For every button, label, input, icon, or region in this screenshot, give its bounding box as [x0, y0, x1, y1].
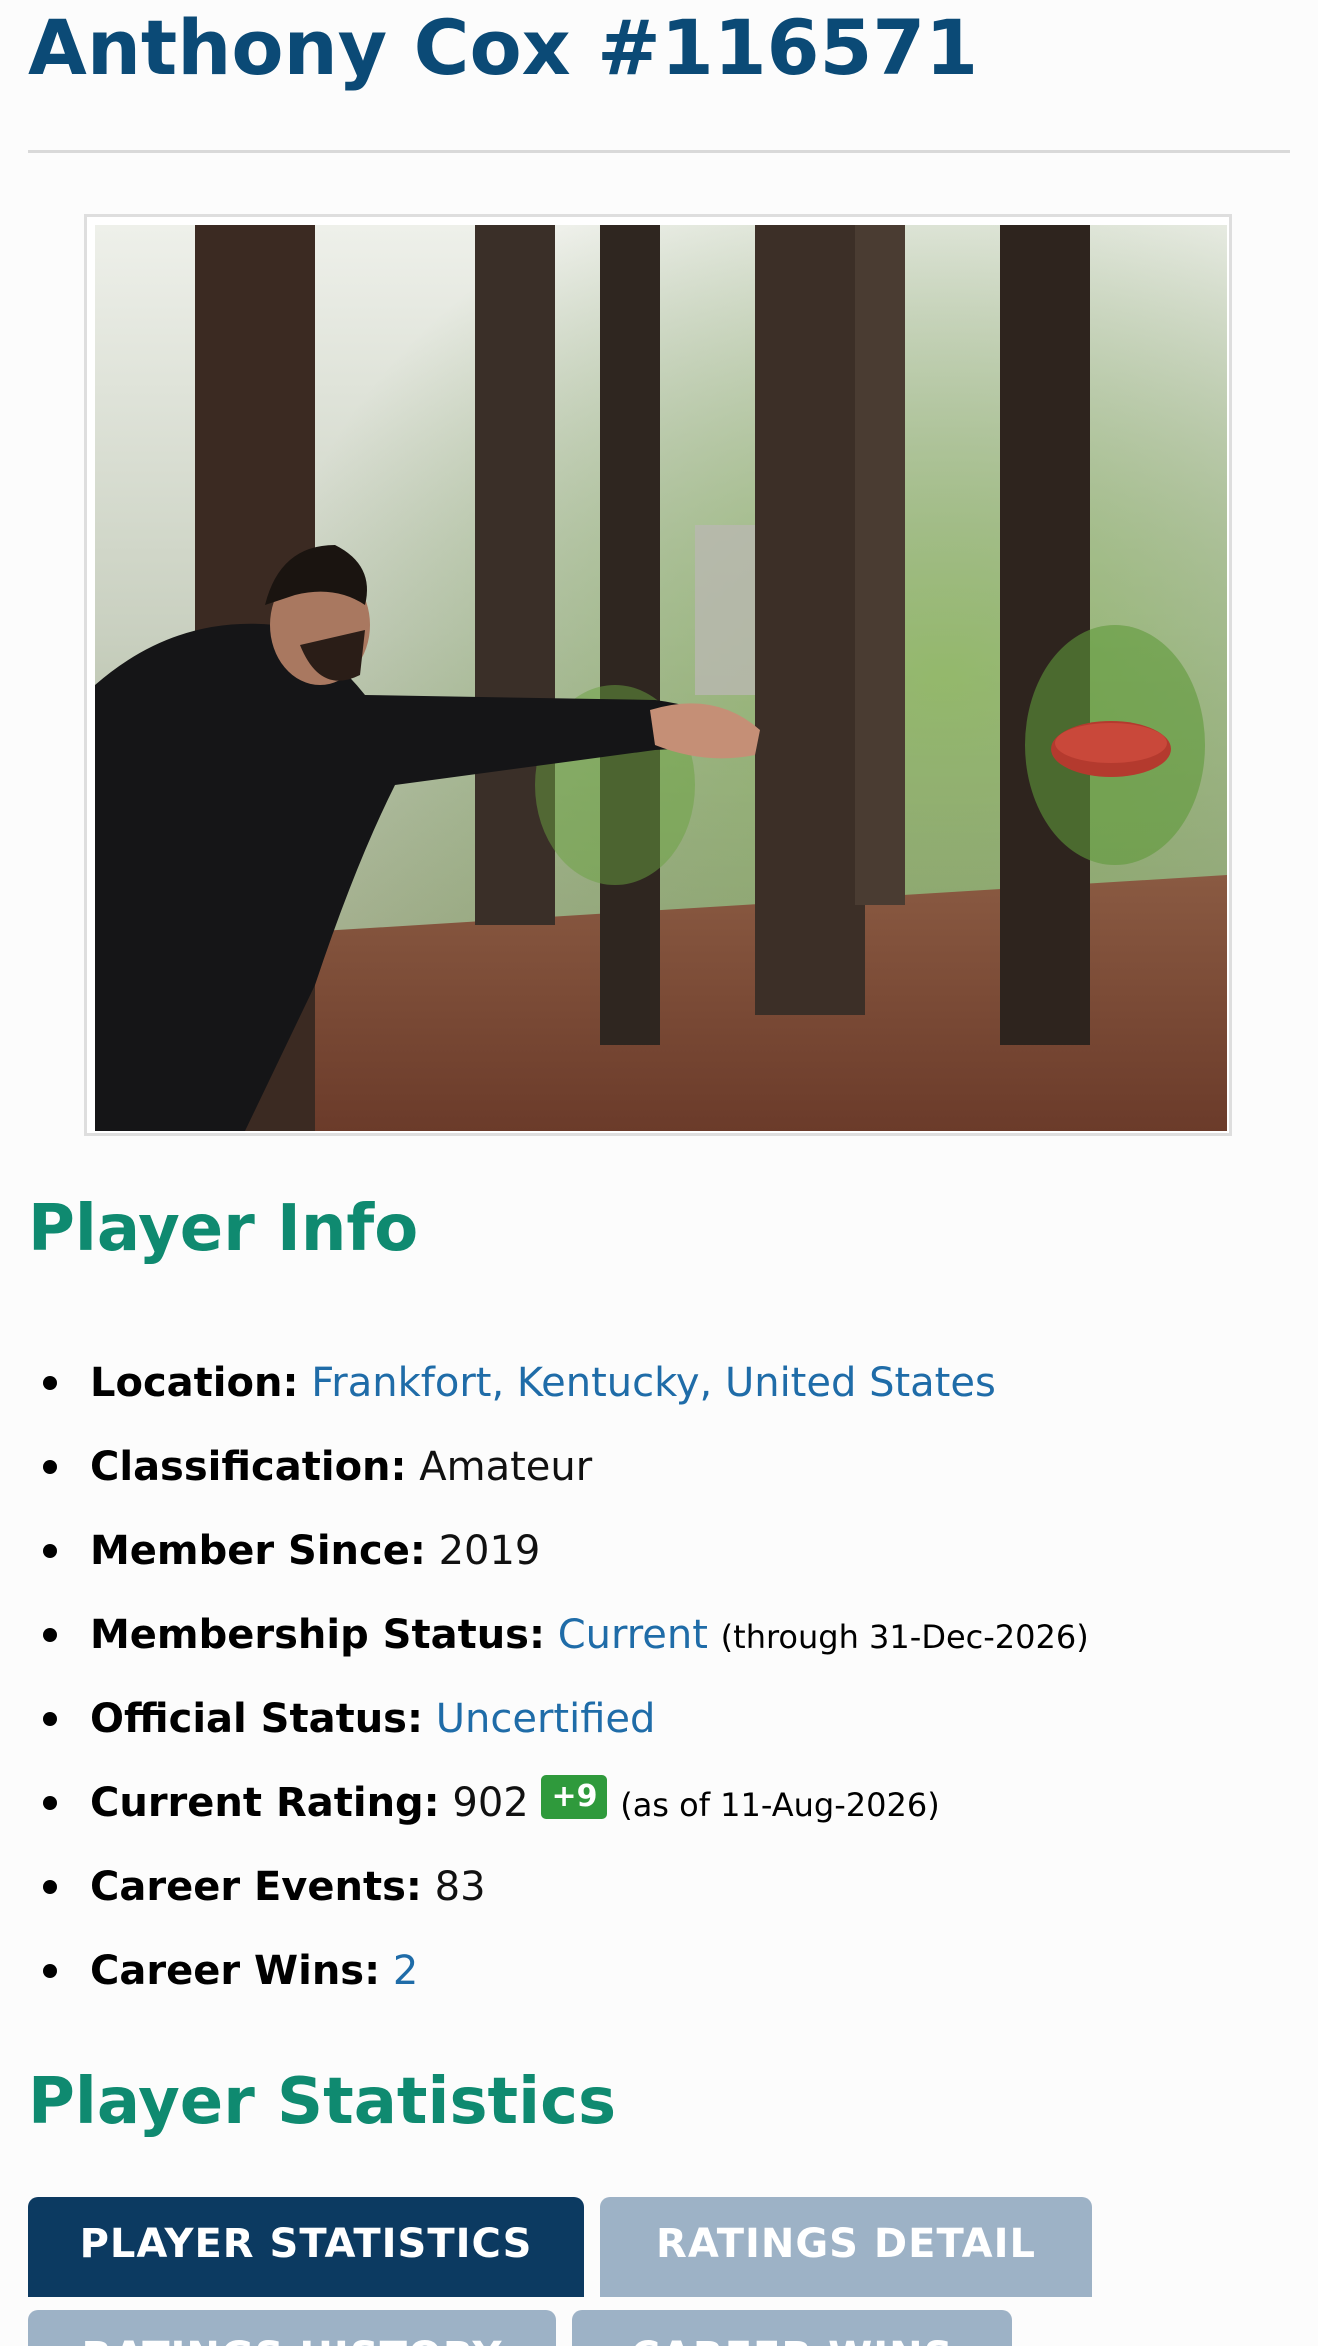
official-status-label: Official Status: — [90, 1696, 423, 1742]
bullet-icon — [43, 1544, 57, 1558]
player-profile-page: Anthony Cox #116571 Player Info Location… — [0, 0, 1318, 2346]
current-rating-label: Current Rating: — [90, 1780, 440, 1826]
career-wins-label: Career Wins: — [90, 1948, 381, 1994]
membership-status-note: (through 31-Dec-2026) — [720, 1618, 1089, 1656]
bullet-icon — [43, 1964, 57, 1978]
bullet-icon — [43, 1880, 57, 1894]
bullet-icon — [43, 1376, 57, 1390]
info-item-location: Location: Frankfort, Kentucky, United St… — [0, 1341, 1318, 1425]
tab-ratings-history[interactable]: RATINGS HISTORY — [28, 2310, 556, 2346]
classification-value: Amateur — [419, 1444, 593, 1490]
member-since-value: 2019 — [438, 1528, 541, 1574]
bullet-icon — [43, 1712, 57, 1726]
title-divider — [28, 150, 1290, 153]
rating-change-badge: +9 — [541, 1775, 608, 1819]
info-item-membership-status: Membership Status: Current (through 31-D… — [0, 1593, 1318, 1677]
bullet-icon — [43, 1628, 57, 1642]
info-item-member-since: Member Since: 2019 — [0, 1509, 1318, 1593]
tab-ratings-detail[interactable]: RATINGS DETAIL — [600, 2197, 1092, 2297]
player-photo-frame — [84, 214, 1232, 1136]
rating-date-note: (as of 11-Aug-2026) — [620, 1786, 940, 1824]
player-photo — [95, 225, 1227, 1131]
info-item-official-status: Official Status: Uncertified — [0, 1677, 1318, 1761]
career-wins-link[interactable]: 2 — [393, 1948, 418, 1994]
tab-player-statistics[interactable]: PLAYER STATISTICS — [28, 2197, 584, 2297]
classification-label: Classification: — [90, 1444, 407, 1490]
player-info-list: Location: Frankfort, Kentucky, United St… — [0, 1341, 1318, 2013]
player-title: Anthony Cox #116571 — [28, 3, 979, 92]
location-link[interactable]: Frankfort, Kentucky, United States — [311, 1360, 996, 1406]
info-item-career-wins: Career Wins: 2 — [0, 1929, 1318, 2013]
bullet-icon — [43, 1796, 57, 1810]
official-status-link[interactable]: Uncertified — [436, 1696, 656, 1742]
info-item-career-events: Career Events: 83 — [0, 1845, 1318, 1929]
location-label: Location: — [90, 1360, 299, 1406]
career-events-value: 83 — [434, 1864, 486, 1910]
membership-status-link[interactable]: Current — [558, 1612, 708, 1658]
career-events-label: Career Events: — [90, 1864, 422, 1910]
member-since-label: Member Since: — [90, 1528, 426, 1574]
bullet-icon — [43, 1460, 57, 1474]
player-info-heading: Player Info — [28, 1192, 419, 1266]
tab-career-wins[interactable]: CAREER WINS — [572, 2310, 1012, 2346]
current-rating-value: 902 — [452, 1780, 529, 1826]
info-item-current-rating: Current Rating: 902 +9 (as of 11-Aug-202… — [0, 1761, 1318, 1845]
player-statistics-heading: Player Statistics — [28, 2065, 617, 2139]
info-item-classification: Classification: Amateur — [0, 1425, 1318, 1509]
membership-status-label: Membership Status: — [90, 1612, 545, 1658]
